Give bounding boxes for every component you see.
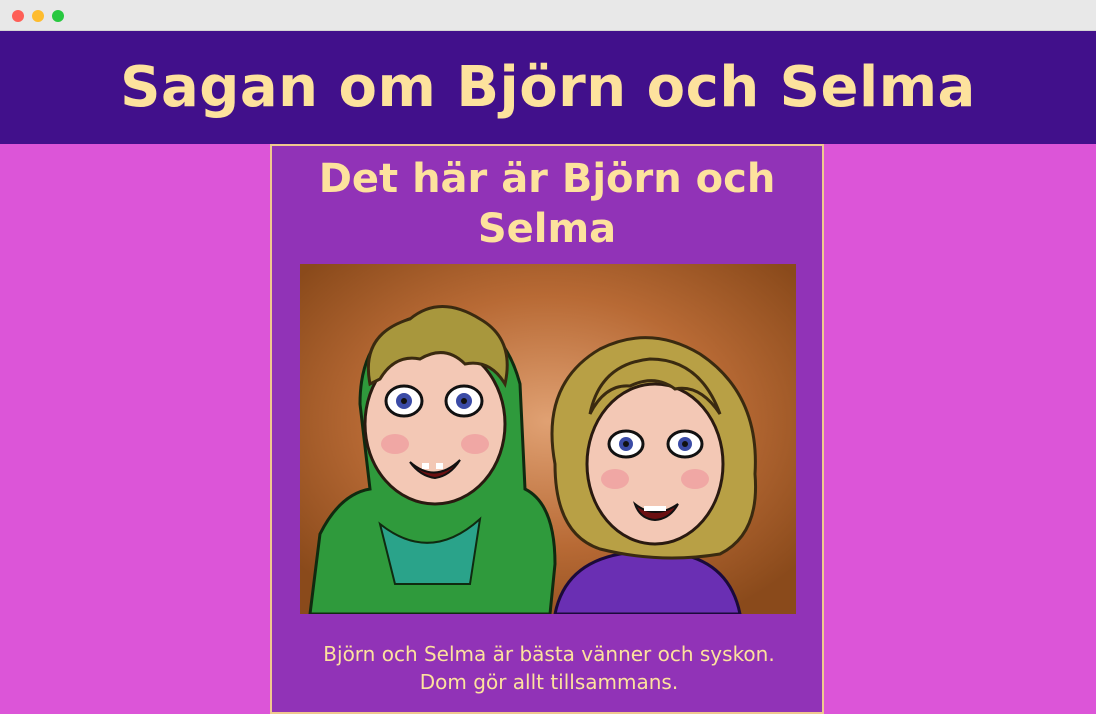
card-heading: Det här är Björn och Selma <box>318 156 776 252</box>
illustration-art <box>300 264 796 614</box>
site-header: Sagan om Björn och Selma <box>0 31 1096 144</box>
story-card: Det här är Björn och Selma Björn och Sel… <box>270 144 824 714</box>
close-window-button[interactable] <box>12 10 24 22</box>
maximize-window-button[interactable] <box>52 10 64 22</box>
card-caption: Björn och Selma är bästa vänner och sysk… <box>323 642 775 694</box>
window-titlebar <box>0 0 1096 31</box>
minimize-window-button[interactable] <box>32 10 44 22</box>
site-title: Sagan om Björn och Selma <box>120 55 976 120</box>
story-illustration <box>300 264 796 614</box>
